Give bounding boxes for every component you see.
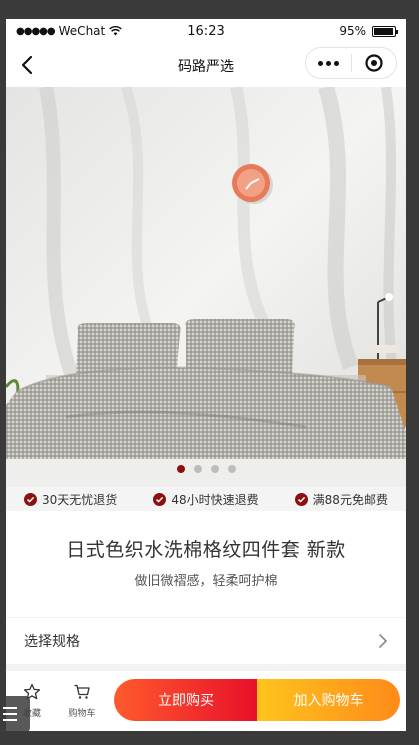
cart-icon — [74, 684, 90, 699]
product-title: 日式色织水洗棉格纹四件套 新款 — [66, 539, 346, 561]
navigation-bar: 码路严选 — [6, 43, 406, 87]
miniprogram-capsule — [305, 47, 397, 79]
menu-line-icon — [3, 719, 17, 721]
floating-menu-button[interactable] — [0, 696, 30, 732]
section-divider — [6, 664, 406, 671]
service-guarantees: 30天无忧退货 48小时快速退费 满88元免邮费 — [6, 487, 406, 511]
carousel-indicators — [6, 465, 406, 473]
service-item-refund: 48小时快速退费 — [153, 491, 259, 508]
phone-screen: ●●●●● WeChat 16:23 95% 码路严选 30天无忧退货 48小时… — [6, 19, 406, 731]
add-to-cart-button[interactable]: 加入购物车 — [257, 679, 400, 721]
battery-fill — [374, 27, 393, 35]
status-bar: ●●●●● WeChat 16:23 95% — [6, 19, 406, 43]
service-item-shipping: 满88元免邮费 — [294, 491, 388, 508]
cart-label: 购物车 — [68, 709, 96, 719]
close-miniprogram-button[interactable] — [352, 53, 396, 73]
service-label: 48小时快速退费 — [171, 492, 259, 507]
carousel-dot[interactable] — [176, 465, 185, 473]
select-spec-row[interactable]: 选择规格 — [6, 618, 406, 664]
more-dot-icon — [334, 60, 339, 66]
bottom-action-bar: 收藏 购物车 立即购买 加入购物车 — [6, 671, 406, 731]
status-right: 95% — [339, 24, 398, 38]
menu-line-icon — [3, 707, 17, 709]
battery-percent: 95% — [339, 24, 366, 38]
target-close-icon — [365, 54, 383, 72]
cart-button[interactable]: 购物车 — [64, 683, 100, 719]
carousel-dot[interactable] — [227, 465, 236, 473]
carousel-dot[interactable] — [210, 465, 219, 473]
more-button[interactable] — [306, 60, 351, 66]
menu-line-icon — [3, 713, 17, 715]
bedroom-product-photo — [6, 87, 406, 487]
carousel-dot[interactable] — [193, 465, 202, 473]
select-spec-label: 选择规格 — [24, 634, 80, 650]
service-item-return: 30天无忧退货 — [24, 491, 117, 508]
service-label: 30天无忧退货 — [42, 492, 118, 507]
check-circle-icon — [294, 492, 308, 506]
buy-now-button[interactable]: 立即购买 — [114, 679, 258, 721]
more-dot-icon — [326, 60, 331, 66]
check-circle-icon — [24, 492, 38, 506]
service-label: 满88元免邮费 — [312, 492, 388, 507]
check-circle-icon — [153, 492, 167, 506]
battery-icon — [372, 25, 398, 37]
product-image-carousel[interactable] — [6, 87, 406, 487]
more-dot-icon — [318, 60, 323, 66]
product-description: 做旧微褶感，轻柔呵护棉 — [134, 574, 278, 589]
chevron-right-icon — [379, 634, 387, 648]
